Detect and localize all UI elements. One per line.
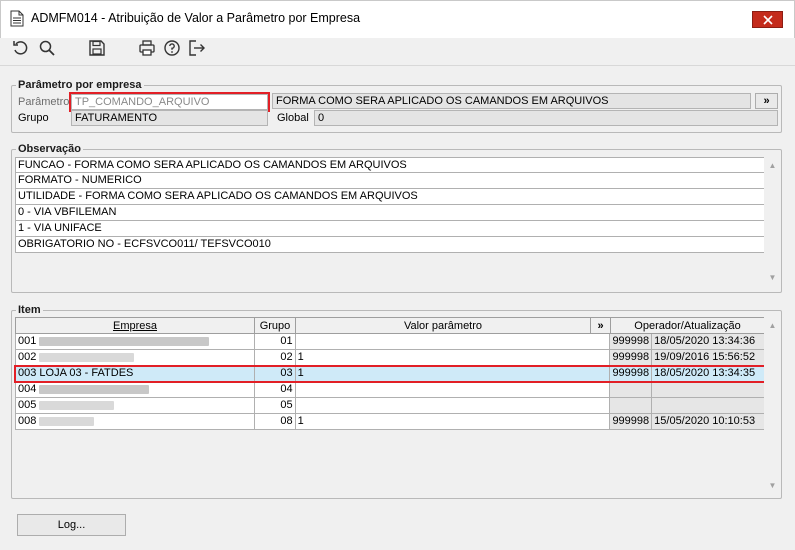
table-row-selected[interactable]: 003 LOJA 03 - FATDES 03 1 999998 18/05/2… xyxy=(14,365,766,383)
close-icon xyxy=(762,14,773,25)
empresa-code: 002 xyxy=(18,351,37,363)
toolbar-separator xyxy=(0,65,795,66)
close-button[interactable] xyxy=(752,11,783,28)
operador-cell xyxy=(610,398,653,414)
global-field: 0 xyxy=(314,110,778,126)
atualizacao-cell: 15/05/2020 10:10:53 xyxy=(652,414,765,430)
grupo-cell: 03 xyxy=(254,366,296,382)
search-icon[interactable] xyxy=(37,38,57,58)
atualizacao-cell: 18/05/2020 13:34:35 xyxy=(652,366,765,382)
observacao-line: OBRIGATORIO NO - ECFSVCO011/ TEFSVCO010 xyxy=(16,237,765,253)
empresa-cell: 002 xyxy=(16,350,255,366)
empresa-cell: 008 xyxy=(16,414,255,430)
observacao-line: 0 - VIA VBFILEMAN xyxy=(16,205,765,221)
grupo-cell: 02 xyxy=(254,350,296,366)
table-row[interactable]: 002 02 1 999998 19/09/2016 15:56:52 xyxy=(15,350,765,366)
operador-cell: 999998 xyxy=(610,414,653,430)
empresa-code: 001 xyxy=(18,335,37,347)
window-title: ADMFM014 - Atribuição de Valor a Parâmet… xyxy=(31,11,361,25)
header-valor-parametro[interactable]: Valor parâmetro xyxy=(295,317,591,334)
observacao-line: UTILIDADE - FORMA COMO SERA APLICADO OS … xyxy=(16,189,765,205)
print-icon[interactable] xyxy=(137,38,157,58)
atualizacao-cell xyxy=(652,398,765,414)
parametro-field[interactable]: TP_COMANDO_ARQUIVO xyxy=(69,92,270,112)
grupo-field: FATURAMENTO xyxy=(71,110,268,126)
operador-cell: 999998 xyxy=(610,366,653,382)
empresa-cell: 003 LOJA 03 - FATDES xyxy=(16,366,255,382)
grupo-cell: 08 xyxy=(254,414,296,430)
log-button[interactable]: Log... xyxy=(17,514,126,536)
parametro-group-title: Parâmetro por empresa xyxy=(16,79,144,91)
empresa-code: 003 xyxy=(18,367,37,379)
scroll-down-icon[interactable]: ▼ xyxy=(764,477,781,494)
scroll-down-icon[interactable]: ▼ xyxy=(764,269,781,286)
valor-cell[interactable] xyxy=(295,334,611,350)
table-row[interactable]: 005 05 xyxy=(15,398,765,414)
grupo-cell: 04 xyxy=(254,382,296,398)
empresa-code: 005 xyxy=(18,399,37,411)
table-row[interactable]: 008 08 1 999998 15/05/2020 10:10:53 xyxy=(15,414,765,430)
empresa-cell: 001 xyxy=(16,334,255,350)
operador-cell xyxy=(610,382,653,398)
observacao-line: 1 - VIA UNIFACE xyxy=(16,221,765,237)
parametro-label: Parâmetro xyxy=(18,96,70,108)
table-row[interactable]: 004 04 xyxy=(15,382,765,398)
header-operador-atualizacao[interactable]: Operador/Atualização xyxy=(610,317,765,334)
table-row[interactable]: 001 01 999998 18/05/2020 13:34:36 xyxy=(15,334,765,350)
valor-expand-button[interactable]: » xyxy=(590,317,611,334)
redacted-text xyxy=(39,352,135,362)
valor-cell[interactable]: 1 xyxy=(295,350,611,366)
empresa-cell: 004 xyxy=(16,382,255,398)
atualizacao-cell: 18/05/2020 13:34:36 xyxy=(652,334,765,350)
header-empresa[interactable]: Empresa xyxy=(15,317,255,334)
redacted-text xyxy=(39,384,150,394)
header-grupo[interactable]: Grupo xyxy=(254,317,296,334)
exit-icon[interactable] xyxy=(187,38,207,58)
item-grid: 001 01 999998 18/05/2020 13:34:36 002 02… xyxy=(14,334,766,430)
empresa-cell: 005 xyxy=(16,398,255,414)
help-icon[interactable] xyxy=(162,38,182,58)
empresa-code: 004 xyxy=(18,383,37,395)
redacted-text xyxy=(39,336,210,346)
valor-cell[interactable] xyxy=(295,398,611,414)
atualizacao-cell: 19/09/2016 15:56:52 xyxy=(652,350,765,366)
valor-cell[interactable]: 1 xyxy=(295,414,611,430)
parametro-expand-button[interactable]: » xyxy=(755,93,778,109)
item-group-title: Item xyxy=(16,304,43,316)
scroll-up-icon[interactable]: ▲ xyxy=(764,317,781,334)
scroll-up-icon[interactable]: ▲ xyxy=(764,157,781,174)
save-icon[interactable] xyxy=(87,38,107,58)
operador-cell: 999998 xyxy=(610,334,653,350)
global-label: Global xyxy=(277,112,309,124)
observacao-group-title: Observação xyxy=(16,143,83,155)
observacao-scrollbar[interactable]: ▲ ▼ xyxy=(764,157,781,286)
refresh-icon[interactable] xyxy=(11,38,31,58)
grupo-cell: 05 xyxy=(254,398,296,414)
observacao-line: FORMATO - NUMERICO xyxy=(16,173,765,189)
observacao-line: FUNCAO - FORMA COMO SERA APLICADO OS CAM… xyxy=(16,157,765,173)
redacted-text xyxy=(39,416,95,426)
item-scrollbar[interactable]: ▲ ▼ xyxy=(764,317,781,494)
empresa-code: 008 xyxy=(18,415,37,427)
document-icon xyxy=(10,10,24,27)
atualizacao-cell xyxy=(652,382,765,398)
parametro-description: FORMA COMO SERA APLICADO OS CAMANDOS EM … xyxy=(272,93,751,109)
operador-cell: 999998 xyxy=(610,350,653,366)
redacted-text xyxy=(39,400,115,410)
empresa-name: LOJA 03 - FATDES xyxy=(39,367,134,379)
valor-cell[interactable] xyxy=(295,382,611,398)
observacao-list: FUNCAO - FORMA COMO SERA APLICADO OS CAM… xyxy=(15,157,765,253)
grupo-cell: 01 xyxy=(254,334,296,350)
valor-cell[interactable]: 1 xyxy=(295,366,611,382)
grupo-label: Grupo xyxy=(18,112,49,124)
